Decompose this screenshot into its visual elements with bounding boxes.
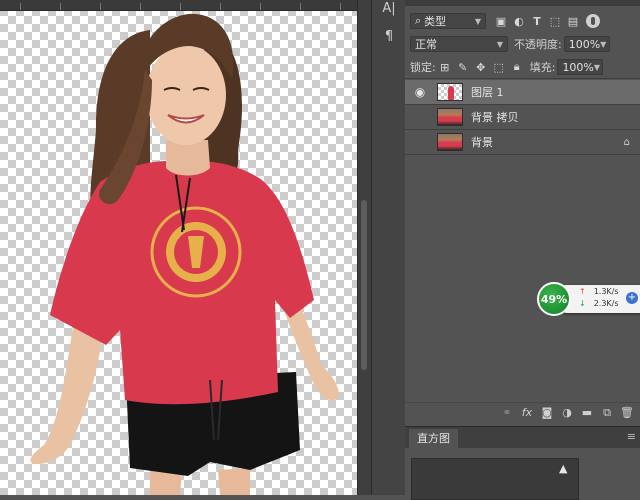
histogram-body: ▲ [405, 448, 640, 500]
lock-image-icon[interactable]: ✎ [454, 58, 472, 76]
delete-layer-icon[interactable]: 🗑︎ [620, 406, 634, 419]
cutout-person-image [30, 13, 339, 495]
chevron-down-icon: ▼ [474, 16, 481, 26]
layers-bottom-toolbar: ⚭ fx ◙ ◑ ▬ ⧉ 🗑︎ [405, 402, 640, 422]
fill-label: 填充: [529, 61, 556, 74]
layer-thumbnail [437, 83, 463, 101]
blend-opacity-row: 正常 ▼ 不透明度: 100% ▼ [410, 36, 635, 52]
plus-icon[interactable]: + [626, 292, 638, 304]
blend-mode-value: 正常 [415, 38, 437, 51]
histogram-graph [411, 458, 579, 500]
lock-icon: ⌂ [623, 136, 630, 148]
layer-row-background[interactable]: 背景 ⌂ [405, 130, 640, 154]
filter-shape-icon[interactable]: ⬚ [546, 12, 564, 30]
opacity-label: 不透明度: [514, 38, 562, 51]
filter-pixel-icon[interactable]: ▣ [492, 12, 510, 30]
memory-percent-badge[interactable]: 49% [537, 282, 571, 316]
upload-speed-value: 1.3K/s [593, 287, 619, 296]
panel-header-strip [405, 0, 640, 6]
layer-row-background-copy[interactable]: 背景 拷贝 [405, 105, 640, 129]
warning-icon[interactable]: ▲ [559, 462, 567, 475]
lock-artboard-icon[interactable]: ⬚ [490, 58, 508, 76]
opacity-value: 100% [568, 37, 601, 51]
add-mask-icon[interactable]: ◙ [540, 406, 554, 419]
canvas-vertical-scrollbar[interactable] [357, 0, 371, 495]
chevron-down-icon: ▼ [496, 39, 503, 49]
panel-menu-icon[interactable]: ≡ [627, 430, 636, 443]
panel-icon-strip: A| ¶ [371, 0, 406, 495]
layer-filter-row: ⌕ 类型 ▼ ▣ ◐ T ⬚ ▤ [410, 12, 635, 30]
blend-mode-dropdown[interactable]: 正常 ▼ [410, 36, 508, 52]
upload-speed: ↑ 1.3K/s [579, 287, 619, 296]
document-canvas[interactable] [0, 0, 357, 495]
lock-position-icon[interactable]: ✥ [472, 58, 490, 76]
tab-histogram[interactable]: 直方图 [409, 429, 458, 449]
arrow-down-icon: ↓ [579, 299, 586, 308]
filter-type-icon[interactable]: T [528, 12, 546, 30]
new-layer-icon[interactable]: ⧉ [600, 406, 614, 420]
search-icon: ⌕ [415, 14, 422, 27]
download-speed-value: 2.3K/s [593, 299, 619, 308]
fill-value: 100% [562, 60, 594, 74]
layers-panel: ⌕ 类型 ▼ ▣ ◐ T ⬚ ▤ 正常 ▼ 不透明度: 100% ▼ 锁定: ⊞… [405, 0, 640, 500]
filter-kind-label: 类型 [424, 15, 447, 28]
layer-row-layer-1[interactable]: ◉ 图层 1 [405, 80, 640, 104]
lock-all-icon[interactable]: 🔒︎ [508, 58, 526, 76]
divider [405, 78, 640, 79]
chevron-down-icon: ▼ [593, 62, 601, 72]
character-panel-icon[interactable]: A| [380, 0, 398, 18]
filter-smart-object-icon[interactable]: ▤ [564, 12, 582, 30]
histogram-tab-bar: 直方图 [405, 426, 640, 449]
lock-fill-row: 锁定: ⊞ ✎ ✥ ⬚ 🔒︎ 填充: 100% ▼ [410, 58, 635, 76]
layer-name: 图层 1 [471, 86, 504, 99]
lock-transparent-icon[interactable]: ⊞ [436, 58, 454, 76]
network-speed-widget[interactable]: 49% ↑ 1.3K/s ↓ 2.3K/s + [537, 282, 640, 316]
layer-thumbnail [437, 133, 463, 151]
fx-icon[interactable]: fx [520, 406, 534, 419]
eye-icon[interactable]: ◉ [405, 85, 435, 99]
link-layers-icon[interactable]: ⚭ [500, 406, 514, 419]
opacity-field[interactable]: 100% ▼ [563, 36, 610, 52]
filter-kind-dropdown[interactable]: ⌕ 类型 ▼ [410, 13, 486, 29]
filter-adjustment-icon[interactable]: ◐ [510, 12, 528, 30]
layer-thumbnail [437, 108, 463, 126]
filter-toggle-icon[interactable] [586, 14, 600, 28]
arrow-up-icon: ↑ [579, 287, 586, 296]
download-speed: ↓ 2.3K/s [579, 299, 619, 308]
new-group-icon[interactable]: ▬ [580, 406, 594, 419]
layer-name: 背景 拷贝 [471, 111, 519, 124]
scrollbar-thumb[interactable] [361, 200, 367, 370]
fill-field[interactable]: 100% ▼ [557, 59, 604, 75]
paragraph-panel-icon[interactable]: ¶ [380, 28, 398, 46]
adjustment-layer-icon[interactable]: ◑ [560, 406, 574, 419]
divider [405, 154, 640, 155]
chevron-down-icon: ▼ [600, 39, 607, 49]
lock-label: 锁定: [410, 61, 436, 74]
layer-name: 背景 [471, 136, 493, 149]
